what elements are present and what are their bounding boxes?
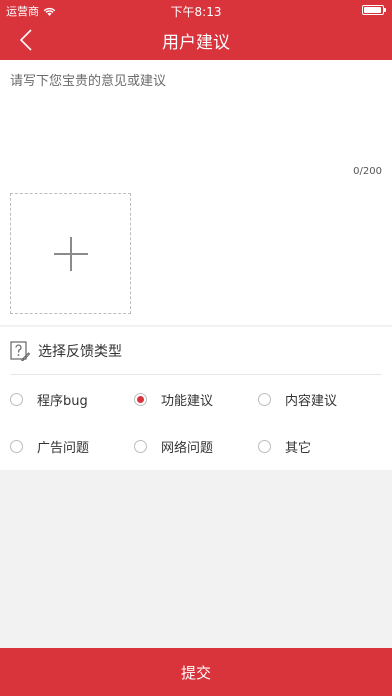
option-label: 程序bug bbox=[37, 394, 88, 409]
battery-icon bbox=[362, 5, 386, 15]
plus-icon bbox=[53, 236, 88, 271]
feedback-editor: 0/200 bbox=[0, 60, 392, 325]
option-content-suggestion[interactable]: 内容建议 bbox=[258, 390, 337, 409]
question-note-icon bbox=[10, 341, 30, 361]
option-program-bug[interactable]: 程序bug bbox=[10, 390, 88, 409]
option-other[interactable]: 其它 bbox=[258, 437, 311, 456]
char-counter: 0/200 bbox=[353, 166, 382, 177]
page-title: 用户建议 bbox=[162, 33, 230, 53]
radio-ad-issue[interactable] bbox=[10, 440, 23, 453]
clock: 下午8:13 bbox=[170, 5, 222, 19]
radio-feature-suggestion[interactable] bbox=[134, 393, 147, 406]
feedback-type-label: 选择反馈类型 bbox=[38, 344, 122, 360]
option-label: 内容建议 bbox=[285, 394, 338, 409]
option-network-issue[interactable]: 网络问题 bbox=[134, 437, 213, 456]
submit-button[interactable]: 提交 bbox=[0, 648, 392, 696]
feedback-textarea[interactable] bbox=[10, 70, 382, 165]
divider bbox=[10, 374, 382, 375]
option-feature-suggestion[interactable]: 功能建议 bbox=[134, 390, 213, 409]
option-label: 功能建议 bbox=[161, 394, 214, 409]
option-label: 其它 bbox=[285, 441, 312, 456]
feedback-type-section: 选择反馈类型 程序bug 功能建议 内容建议 广告问题 网络问题 其它 bbox=[0, 327, 392, 470]
feedback-type-heading: 选择反馈类型 bbox=[10, 341, 122, 361]
header: 运营商 下午8:13 用户建议 bbox=[0, 0, 392, 60]
option-label: 广告问题 bbox=[37, 441, 90, 456]
nav-bar: 用户建议 bbox=[0, 20, 392, 60]
radio-other[interactable] bbox=[258, 440, 271, 453]
radio-network-issue[interactable] bbox=[134, 440, 147, 453]
add-image-button[interactable] bbox=[10, 193, 131, 314]
radio-content-suggestion[interactable] bbox=[258, 393, 271, 406]
radio-program-bug[interactable] bbox=[10, 393, 23, 406]
status-bar: 运营商 下午8:13 bbox=[0, 0, 392, 20]
option-ad-issue[interactable]: 广告问题 bbox=[10, 437, 89, 456]
option-label: 网络问题 bbox=[161, 441, 214, 456]
